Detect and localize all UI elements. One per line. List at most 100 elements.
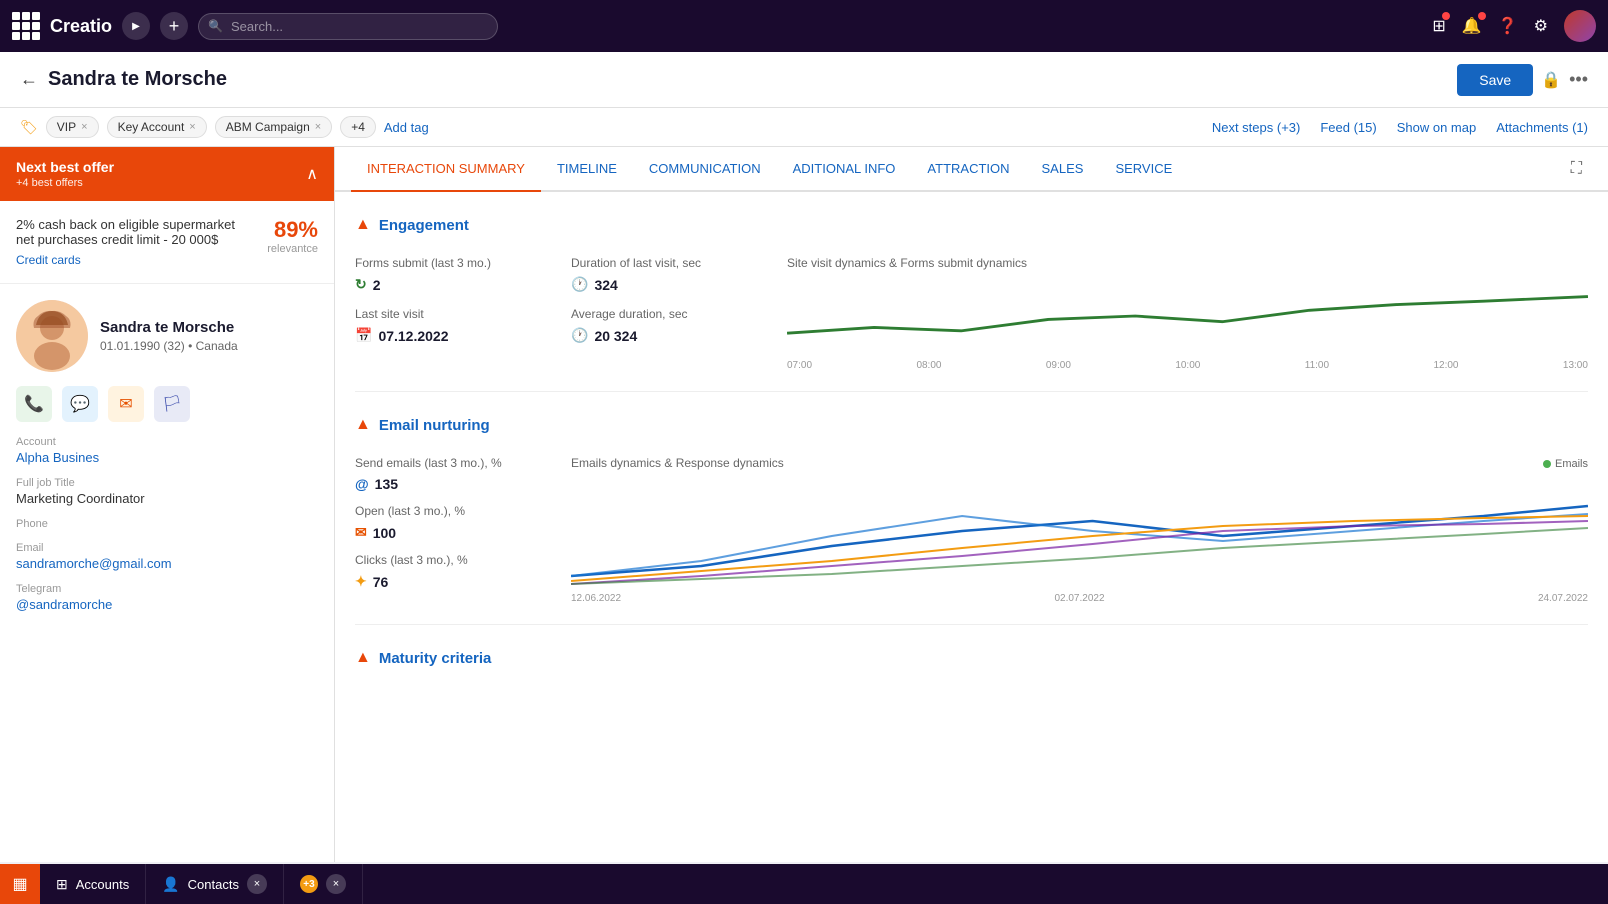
- engagement-grid: Forms submit (last 3 mo.) ↻ 2 Last site …: [355, 256, 1588, 371]
- add-tag-button[interactable]: Add tag: [384, 120, 429, 135]
- tag-abm-campaign-label: ABM Campaign: [226, 120, 310, 134]
- duration-value: 🕐 324: [571, 276, 771, 293]
- email-button[interactable]: ✉: [108, 386, 144, 422]
- plus3-close[interactable]: ×: [326, 874, 346, 894]
- date-label-0: 12.06.2022: [571, 593, 621, 604]
- avg-duration-label: Average duration, sec: [571, 307, 771, 321]
- profile-job-field: Full job Title Marketing Coordinator: [16, 477, 318, 506]
- legend-emails-label: Emails: [1555, 458, 1588, 470]
- apps-icon[interactable]: ⊞: [1432, 16, 1445, 36]
- help-icon[interactable]: ❓: [1498, 16, 1518, 36]
- job-title-value: Marketing Coordinator: [16, 491, 318, 506]
- taskbar-contacts[interactable]: 👤 Contacts ×: [146, 864, 284, 904]
- taskbar-apps-button[interactable]: ▦: [0, 864, 40, 904]
- forms-label: Forms submit (last 3 mo.): [355, 256, 555, 270]
- main-content: Next best offer +4 best offers ∧ 2% cash…: [0, 147, 1608, 862]
- header-bar: ← Sandra te Morsche Save 🔒 •••: [0, 52, 1608, 108]
- email-chart-area: Emails dynamics & Response dynamics Emai…: [571, 456, 1588, 604]
- contacts-close[interactable]: ×: [247, 874, 267, 894]
- tab-service[interactable]: SERVICE: [1099, 147, 1188, 192]
- profile-phone-field: Phone: [16, 518, 318, 530]
- search-input[interactable]: [231, 19, 483, 34]
- nbo-relevance: 89% relevantce: [248, 217, 318, 255]
- add-button[interactable]: +: [160, 12, 188, 40]
- email-nurturing-section-header: ▲ Email nurturing: [355, 408, 1588, 442]
- tag-vip-label: VIP: [57, 120, 76, 134]
- email-grid: Send emails (last 3 mo.), % @ 135 Open (…: [355, 456, 1588, 604]
- accounts-label: Accounts: [76, 877, 129, 892]
- divider-1: [355, 391, 1588, 392]
- play-button[interactable]: [122, 12, 150, 40]
- profile-avatar: [16, 300, 88, 372]
- page-title: Sandra te Morsche: [48, 68, 227, 91]
- tab-attraction[interactable]: ATTRACTION: [911, 147, 1025, 192]
- taskbar-accounts[interactable]: ⊞ Accounts: [40, 864, 146, 904]
- apps-grid-icon[interactable]: [12, 12, 40, 40]
- nbo-relevance-label: relevantce: [248, 243, 318, 255]
- engagement-title: Engagement: [379, 217, 469, 234]
- nbo-subtitle: +4 best offers: [16, 177, 114, 189]
- next-steps-action[interactable]: Next steps (+3): [1212, 120, 1301, 135]
- tag-more-label: +4: [351, 120, 365, 134]
- nbo-header[interactable]: Next best offer +4 best offers ∧: [0, 147, 334, 201]
- open-icon: ✉: [355, 524, 367, 541]
- nbo-offer-link[interactable]: Credit cards: [16, 253, 248, 267]
- contacts-label: Contacts: [188, 877, 239, 892]
- engagement-chart-svg: [787, 276, 1588, 356]
- feed-action[interactable]: Feed (15): [1320, 120, 1376, 135]
- avg-duration-value: 🕐 20 324: [571, 327, 771, 344]
- open-stat: Open (last 3 mo.), % ✉ 100: [355, 504, 555, 541]
- flag-button[interactable]: 🏳: [154, 386, 190, 422]
- back-button[interactable]: ←: [20, 69, 38, 90]
- send-value: @ 135: [355, 476, 555, 492]
- tab-sales[interactable]: SALES: [1026, 147, 1100, 192]
- last-visit-stat: Last site visit 📅 07.12.2022: [355, 307, 555, 344]
- tab-interaction-summary[interactable]: INTERACTION SUMMARY: [351, 147, 541, 192]
- forms-icon: ↻: [355, 276, 367, 293]
- email-date-labels: 12.06.2022 02.07.2022 24.07.2022: [571, 593, 1588, 604]
- profile-meta: 01.01.1990 (32) • Canada: [100, 339, 238, 353]
- email-value[interactable]: sandramorche@gmail.com: [16, 556, 318, 571]
- attachments-action[interactable]: Attachments (1): [1496, 120, 1588, 135]
- expand-icon[interactable]: ⛶: [1561, 150, 1592, 188]
- open-label: Open (last 3 mo.), %: [355, 504, 555, 518]
- time-label-1: 08:00: [916, 360, 941, 371]
- user-avatar[interactable]: [1564, 10, 1596, 42]
- send-label: Send emails (last 3 mo.), %: [355, 456, 555, 470]
- tag-abm-campaign-remove[interactable]: ×: [315, 121, 321, 133]
- tab-timeline[interactable]: TIMELINE: [541, 147, 633, 192]
- chat-button[interactable]: 💬: [62, 386, 98, 422]
- time-label-5: 12:00: [1433, 360, 1458, 371]
- avg-duration-stat: Average duration, sec 🕐 20 324: [571, 307, 771, 344]
- time-label-3: 10:00: [1175, 360, 1200, 371]
- nbo-chevron-icon: ∧: [306, 164, 318, 184]
- tab-additional-info[interactable]: ADITIONAL INFO: [777, 147, 912, 192]
- tag-more[interactable]: +4: [340, 116, 376, 138]
- tag-abm-campaign: ABM Campaign ×: [215, 116, 332, 138]
- lock-icon[interactable]: 🔒: [1541, 70, 1561, 90]
- account-value[interactable]: Alpha Busines: [16, 450, 318, 465]
- tab-communication[interactable]: COMMUNICATION: [633, 147, 777, 192]
- profile-account-field: Account Alpha Busines: [16, 436, 318, 465]
- settings-icon[interactable]: ⚙: [1534, 16, 1548, 36]
- job-title-label: Full job Title: [16, 477, 318, 489]
- call-button[interactable]: 📞: [16, 386, 52, 422]
- telegram-value[interactable]: @sandramorche: [16, 597, 318, 612]
- taskbar-plus3[interactable]: +3 ×: [284, 864, 363, 904]
- action-icons: 📞 💬 ✉ 🏳: [16, 386, 318, 422]
- tag-key-account-remove[interactable]: ×: [189, 121, 195, 133]
- search-box: [198, 13, 498, 40]
- clicks-value: ✦ 76: [355, 573, 555, 590]
- plus3-badge: +3: [300, 875, 318, 893]
- save-button[interactable]: Save: [1457, 64, 1533, 96]
- notifications-icon[interactable]: 🔔: [1462, 16, 1482, 36]
- last-visit-label: Last site visit: [355, 307, 555, 321]
- show-on-map-action[interactable]: Show on map: [1397, 120, 1477, 135]
- email-label: Email: [16, 542, 318, 554]
- right-panel: INTERACTION SUMMARY TIMELINE COMMUNICATI…: [335, 147, 1608, 862]
- nbo-title: Next best offer: [16, 159, 114, 175]
- more-options-icon[interactable]: •••: [1569, 69, 1588, 90]
- duration-stat: Duration of last visit, sec 🕐 324: [571, 256, 771, 293]
- tag-vip-remove[interactable]: ×: [81, 121, 87, 133]
- last-visit-value: 📅 07.12.2022: [355, 327, 555, 344]
